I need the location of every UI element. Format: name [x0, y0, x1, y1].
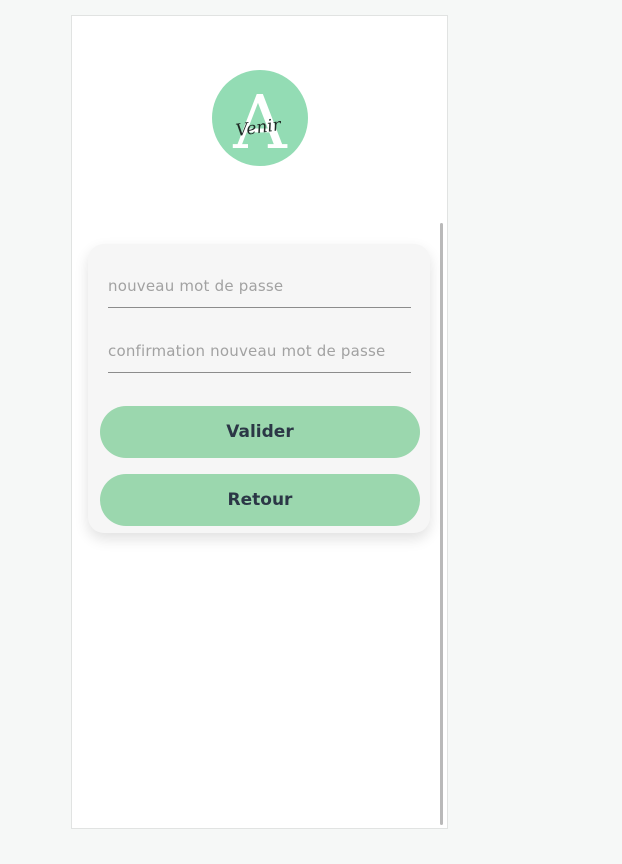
app-logo: A Venir [212, 70, 308, 166]
new-password-input[interactable] [108, 277, 411, 307]
validate-button[interactable]: Valider [100, 406, 420, 458]
confirm-password-input[interactable] [108, 342, 411, 372]
scrollbar[interactable] [440, 223, 443, 825]
back-button[interactable]: Retour [100, 474, 420, 526]
app-screen: A Venir Valider Retour [71, 15, 448, 829]
password-reset-card: Valider Retour [88, 244, 430, 533]
new-password-field [108, 276, 411, 308]
logo-mark: A Venir [232, 80, 288, 166]
confirm-password-field [108, 341, 411, 373]
